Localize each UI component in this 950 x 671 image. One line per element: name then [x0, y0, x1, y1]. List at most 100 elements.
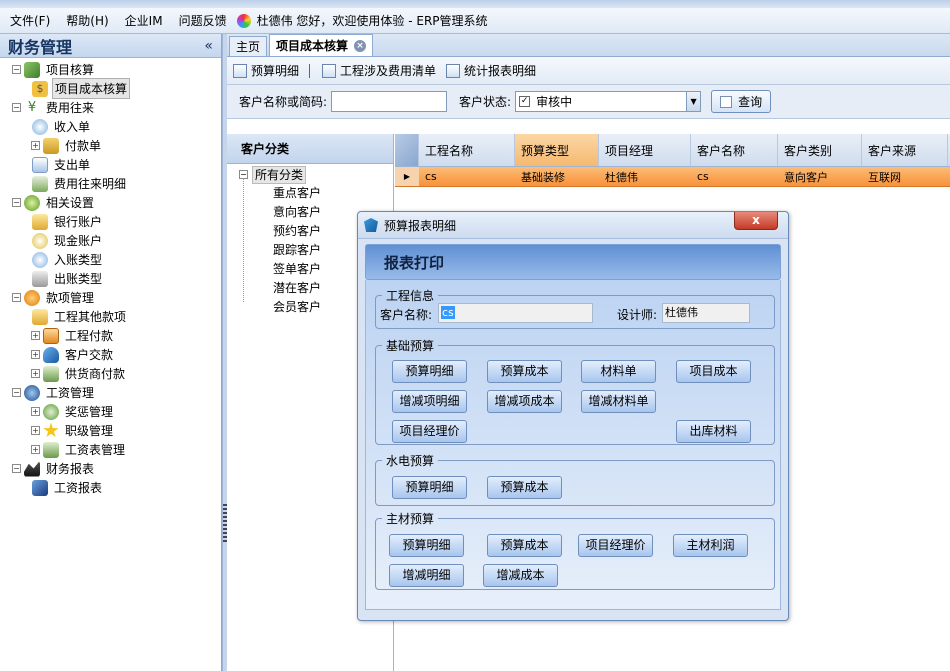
dollar-icon: $ — [32, 80, 48, 97]
chevron-down-icon[interactable]: ▼ — [686, 92, 701, 111]
sidebar-tree: − 项目核算 $ 项目成本核算 − ¥ 费用往来 收入单 + 付款单 支出单 费用往来明细… — [0, 58, 221, 497]
status-checkbox[interactable]: ✓ — [519, 96, 531, 107]
sidebar-item-project-payment[interactable]: + 工程付款 — [0, 326, 221, 345]
budget-detail-button[interactable]: 预算明细 — [233, 62, 299, 79]
collapse-toggle-icon[interactable]: − — [12, 65, 21, 74]
sidebar-item-income[interactable]: 收入单 — [0, 117, 221, 136]
collapse-toggle-icon[interactable]: − — [12, 293, 21, 302]
sidebar-item-payment[interactable]: + 付款单 — [0, 136, 221, 155]
menu-enterprise-im[interactable]: 企业IM — [125, 12, 163, 29]
sidebar-item-project-cost[interactable]: $ 项目成本核算 — [0, 78, 221, 99]
table-cell[interactable]: 意向客户 — [778, 167, 862, 186]
sidebar-item-income-type[interactable]: 入账类型 — [0, 250, 221, 269]
sidebar-group-label: 款项管理 — [46, 291, 95, 305]
column-header[interactable]: 客户类别 — [778, 134, 862, 166]
sidebar-item-expense-type[interactable]: 出账类型 — [0, 269, 221, 288]
project-cost-button[interactable]: 项目成本 — [676, 360, 751, 383]
category-root[interactable]: − 所有分类 — [227, 165, 393, 184]
sidebar-group-reports[interactable]: − 财务报表 — [0, 459, 221, 478]
sidebar-group-expenses[interactable]: − ¥ 费用往来 — [0, 98, 221, 117]
outbound-material-button[interactable]: 出库材料 — [676, 420, 751, 443]
table-cell[interactable]: 杜德伟 — [599, 167, 691, 186]
expand-toggle-icon[interactable]: + — [31, 445, 40, 454]
hydro-budget-detail-button[interactable]: 预算明细 — [392, 476, 467, 499]
main-manager-price-button[interactable]: 项目经理价 — [578, 534, 653, 557]
expand-toggle-icon[interactable]: + — [31, 350, 40, 359]
main-budget-detail-button[interactable]: 预算明细 — [389, 534, 464, 557]
table-cell[interactable]: cs — [419, 167, 515, 186]
sidebar-item-job-level[interactable]: + 职级管理 — [0, 421, 221, 440]
sidebar-group-salary[interactable]: − 工资管理 — [0, 383, 221, 402]
status-select[interactable]: ✓ 审核中 ▼ — [515, 91, 702, 112]
main-material-profit-button[interactable]: 主材利润 — [673, 534, 748, 557]
sidebar-item-rewards[interactable]: + 奖惩管理 — [0, 402, 221, 421]
sidebar-item-bank-account[interactable]: 银行账户 — [0, 212, 221, 231]
expand-toggle-icon[interactable]: + — [31, 331, 40, 340]
column-header[interactable]: 客户来源 — [862, 134, 948, 166]
report-icon — [446, 63, 461, 78]
material-list-button[interactable]: 材料单 — [581, 360, 656, 383]
table-cell[interactable]: 基础装修 — [515, 167, 599, 186]
table-cell[interactable]: cs — [691, 167, 778, 186]
collapse-toggle-icon[interactable]: − — [12, 388, 21, 397]
basic-budget-cost-button[interactable]: 预算成本 — [487, 360, 562, 383]
sidebar-item-salary-table[interactable]: + 工资表管理 — [0, 440, 221, 459]
expand-toggle-icon[interactable]: + — [31, 426, 40, 435]
sidebar-item-salary-report[interactable]: 工资报表 — [0, 478, 221, 497]
sidebar-item-customer-payment[interactable]: + 客户交款 — [0, 345, 221, 364]
change-material-list-button[interactable]: 增减材料单 — [581, 390, 656, 413]
category-item[interactable]: 重点客户 — [227, 184, 393, 203]
designer-field[interactable]: 杜德伟 — [662, 303, 750, 323]
main-change-cost-button[interactable]: 增减成本 — [483, 564, 558, 587]
project-fee-list-button[interactable]: 工程涉及费用清单 — [322, 62, 436, 79]
sidebar-item-supplier-payment[interactable]: + 供货商付款 — [0, 364, 221, 383]
menu-feedback[interactable]: 问题反馈 — [179, 12, 227, 29]
hydro-budget-cost-button[interactable]: 预算成本 — [487, 476, 562, 499]
dialog-close-button[interactable]: x — [734, 212, 778, 230]
manager-price-button[interactable]: 项目经理价 — [392, 420, 467, 443]
collapse-toggle-icon[interactable]: − — [12, 103, 21, 112]
collapse-icon[interactable]: « — [204, 38, 213, 54]
change-item-detail-button[interactable]: 增减项明细 — [392, 390, 467, 413]
query-button[interactable]: 查询 — [711, 90, 772, 113]
tab-home[interactable]: 主页 — [229, 36, 268, 56]
sidebar-group-settings[interactable]: − 相关设置 — [0, 193, 221, 212]
sidebar-item-cash-account[interactable]: 现金账户 — [0, 231, 221, 250]
sidebar-group-label: 项目核算 — [46, 63, 95, 77]
sidebar-item-expense-detail[interactable]: 费用往来明细 — [0, 174, 221, 193]
group-legend: 水电预算 — [386, 454, 435, 468]
sidebar-item-label: 工资报表 — [54, 481, 103, 495]
column-header[interactable]: 客户名称 — [691, 134, 778, 166]
sidebar-group-label: 费用往来 — [46, 101, 95, 115]
stats-detail-button[interactable]: 统计报表明细 — [446, 62, 536, 79]
designer-label: 设计师: — [617, 308, 658, 322]
close-tab-icon[interactable]: × — [354, 39, 367, 52]
column-header[interactable]: 工程名称 — [419, 134, 515, 166]
column-header[interactable]: 预算类型 — [515, 134, 599, 166]
collapse-toggle-icon[interactable]: − — [12, 198, 21, 207]
sidebar-item-expenditure[interactable]: 支出单 — [0, 155, 221, 174]
grid-corner[interactable] — [395, 134, 419, 166]
toolbar: 预算明细 工程涉及费用清单 统计报表明细 — [227, 57, 950, 85]
column-header[interactable]: 项目经理 — [599, 134, 691, 166]
menu-file[interactable]: 文件(F) — [10, 12, 50, 29]
basic-budget-detail-button[interactable]: 预算明细 — [392, 360, 467, 383]
sidebar-group-label: 财务报表 — [46, 462, 95, 476]
customer-name-field[interactable]: cs — [438, 303, 593, 323]
menu-help[interactable]: 帮助(H) — [66, 12, 108, 29]
collapse-toggle-icon[interactable]: − — [12, 464, 21, 473]
customer-search-input[interactable] — [331, 91, 448, 112]
expand-toggle-icon[interactable]: + — [31, 369, 40, 378]
sidebar-group-project-accounting[interactable]: − 项目核算 — [0, 60, 221, 79]
table-cell[interactable]: 互联网 — [862, 167, 948, 186]
table-row[interactable]: ▶ cs 基础装修 杜德伟 cs 意向客户 互联网 — [395, 167, 950, 187]
change-item-cost-button[interactable]: 增减项成本 — [487, 390, 562, 413]
dialog-titlebar[interactable]: 预算报表明细 — [358, 212, 788, 239]
main-budget-cost-button[interactable]: 预算成本 — [487, 534, 562, 557]
expand-toggle-icon[interactable]: + — [31, 407, 40, 416]
sidebar-item-other-payments[interactable]: 工程其他款项 — [0, 307, 221, 326]
expand-toggle-icon[interactable]: + — [31, 141, 40, 150]
main-change-detail-button[interactable]: 增减明细 — [389, 564, 464, 587]
tab-project-cost[interactable]: 项目成本核算 × — [269, 34, 374, 56]
sidebar-group-payments[interactable]: − 款项管理 — [0, 288, 221, 307]
